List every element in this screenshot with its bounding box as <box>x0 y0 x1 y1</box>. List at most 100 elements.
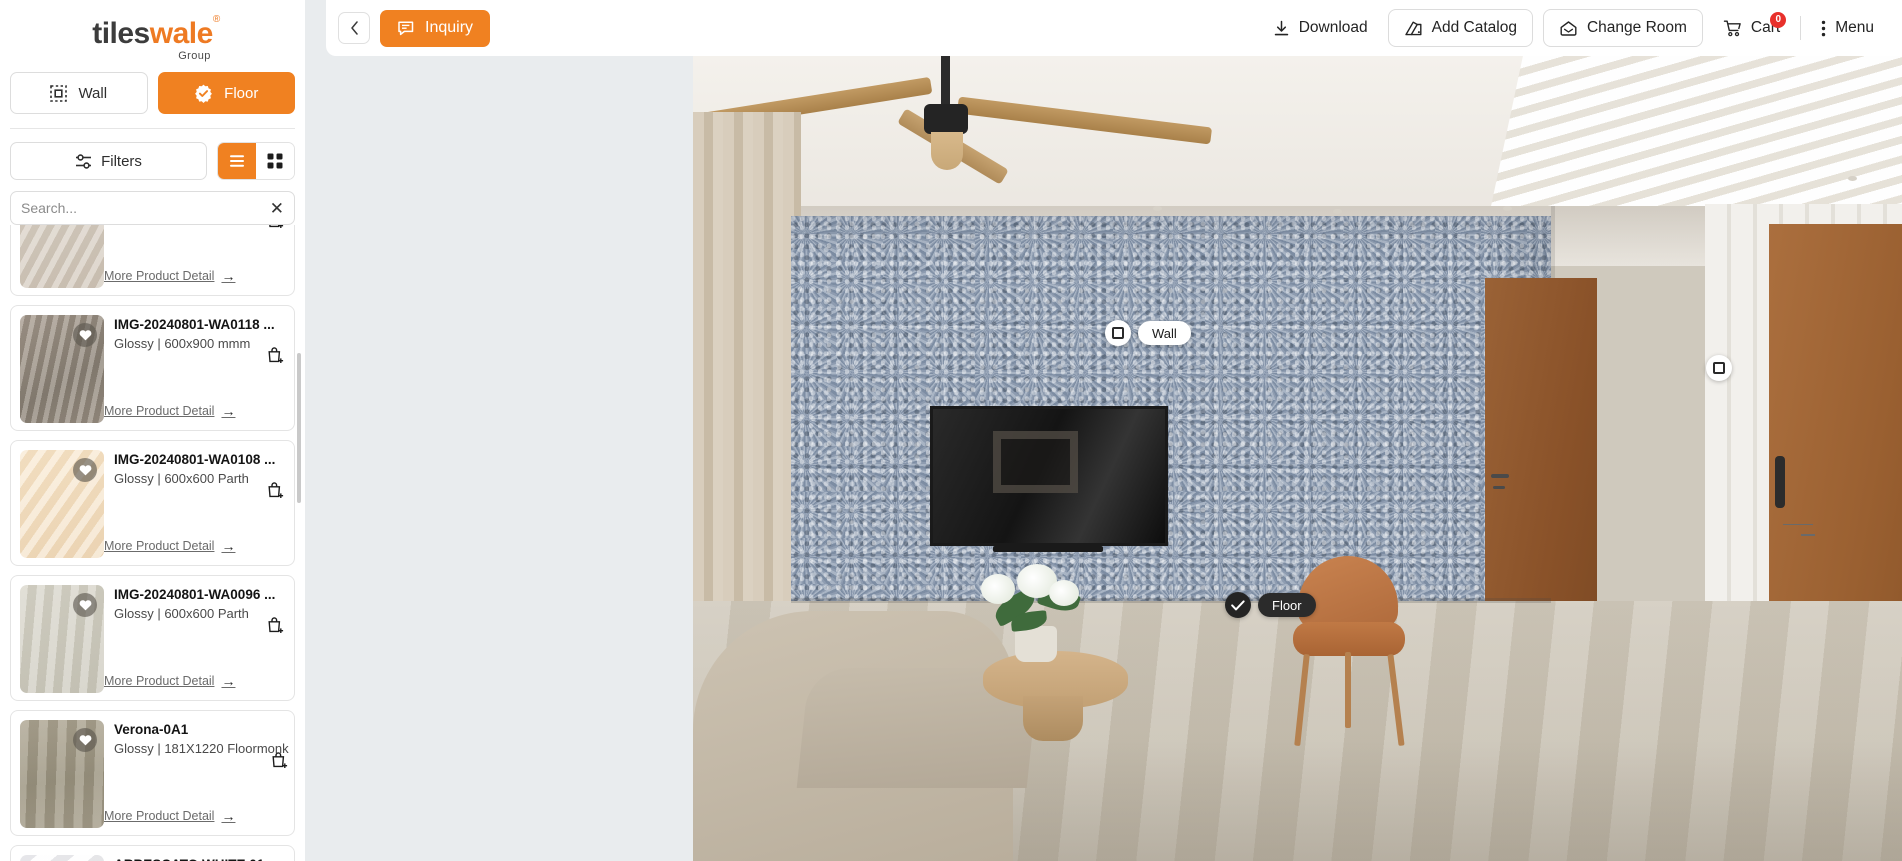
download-button-label: Download <box>1298 19 1368 36</box>
sidebar-tab-wall[interactable]: Wall <box>10 72 148 114</box>
more-product-detail-link[interactable]: More Product Detail → <box>104 673 235 689</box>
product-info: ARBESCATO WHITE 01 Glossy | 300x600 Part… <box>104 855 285 861</box>
square-outline-icon[interactable] <box>1706 355 1732 381</box>
logo-text: tileswale ® Group <box>92 15 220 62</box>
more-product-detail-link[interactable]: More Product Detail → <box>104 403 235 419</box>
more-product-detail-label: More Product Detail <box>104 404 215 418</box>
arrow-right-icon: → <box>221 808 236 824</box>
search-input[interactable] <box>21 200 264 216</box>
add-to-cart-icon[interactable] <box>266 346 285 365</box>
brand-logo[interactable]: tileswale ® Group <box>0 0 305 62</box>
add-to-cart-icon[interactable] <box>266 616 285 635</box>
arrow-right-icon: → <box>221 403 236 419</box>
more-product-detail-link[interactable]: More Product Detail → <box>104 808 235 824</box>
product-list[interactable]: More Product Detail → IMG-20240801-WA011… <box>0 225 305 861</box>
add-to-cart-icon[interactable] <box>270 751 289 770</box>
sidebar-tab-floor-label: Floor <box>224 84 259 102</box>
sidebar-scrollbar-thumb[interactable] <box>297 353 301 503</box>
add-to-cart-icon[interactable] <box>266 225 285 230</box>
sidebar-tab-wall-label: Wall <box>78 84 108 102</box>
product-info: IMG-20240801-WA0108 ... Glossy | 600x600… <box>104 450 285 556</box>
logo-subtitle: Group <box>178 50 211 62</box>
favorite-heart-icon[interactable] <box>73 593 97 617</box>
product-thumbnail[interactable] <box>20 855 104 861</box>
menu-button-label: Menu <box>1835 19 1874 36</box>
product-card[interactable]: Verona-0A1 Glossy | 181X1220 Floormonk M… <box>10 710 295 836</box>
product-thumbnail[interactable] <box>20 585 104 693</box>
product-spec: Glossy | 600x600 Parth <box>114 606 249 621</box>
product-name: IMG-20240801-WA0118 ... <box>114 317 275 332</box>
product-spec: Glossy | 600x600 Parth <box>114 471 249 486</box>
grid-icon <box>267 153 283 169</box>
product-thumbnail[interactable] <box>20 450 104 558</box>
sidebar-tab-floor[interactable]: Floor <box>157 72 295 114</box>
more-product-detail-label: More Product Detail <box>104 539 215 553</box>
sidebar-scrollbar-track[interactable] <box>297 233 303 861</box>
add-to-cart-icon[interactable] <box>266 481 285 500</box>
marker-wall[interactable]: Wall <box>1105 320 1191 346</box>
surface-tab-group: Wall Floor <box>0 58 305 114</box>
favorite-heart-icon[interactable] <box>73 323 97 347</box>
filter-row: Filters <box>0 129 305 180</box>
check-icon[interactable] <box>1225 592 1251 618</box>
list-icon <box>229 154 245 168</box>
favorite-heart-icon[interactable] <box>73 728 97 752</box>
room-preview-canvas[interactable]: 1904 <box>693 56 1902 861</box>
cart-badge: 0 <box>1770 11 1787 28</box>
arrow-right-icon: → <box>221 268 236 284</box>
product-thumbnail[interactable] <box>20 720 104 828</box>
more-product-detail-label: More Product Detail <box>104 809 215 823</box>
product-thumbnail[interactable] <box>20 315 104 423</box>
cart-button[interactable]: Cart 0 <box>1713 10 1790 47</box>
more-product-detail-link[interactable]: More Product Detail → <box>104 268 235 284</box>
toolbar-actions: Download Add Catalog Change Room Cart 0 … <box>1263 9 1884 47</box>
room-scene-image: 1904 <box>693 56 1902 861</box>
close-icon[interactable]: ✕ <box>264 200 284 217</box>
product-spec: Glossy | 181X1220 Floormonk <box>114 741 289 756</box>
filter-sliders-icon <box>75 153 92 169</box>
product-card[interactable]: More Product Detail → <box>10 225 295 296</box>
product-card[interactable]: IMG-20240801-WA0096 ... Glossy | 600x600… <box>10 575 295 701</box>
add-catalog-button[interactable]: Add Catalog <box>1387 9 1533 47</box>
list-view-button[interactable] <box>218 143 256 179</box>
catalog-icon <box>1404 20 1423 37</box>
product-info: IMG-20240801-WA0096 ... Glossy | 600x600… <box>104 585 285 691</box>
inquiry-button-label: Inquiry <box>425 19 474 36</box>
product-info: IMG-20240801-WA0118 ... Glossy | 600x900… <box>104 315 285 421</box>
toolbar-separator <box>1800 16 1802 40</box>
search-area: ✕ <box>0 180 305 225</box>
menu-button[interactable]: Menu <box>1811 10 1884 47</box>
product-name: ARBESCATO WHITE 01 <box>114 857 285 861</box>
more-product-detail-link[interactable]: More Product Detail → <box>104 538 235 554</box>
download-button[interactable]: Download <box>1263 10 1378 47</box>
view-mode-toggle <box>217 142 295 180</box>
more-product-detail-label: More Product Detail <box>104 269 215 283</box>
arrow-right-icon: → <box>221 673 236 689</box>
back-button[interactable] <box>338 12 370 44</box>
more-product-detail-label: More Product Detail <box>104 674 215 688</box>
add-catalog-button-label: Add Catalog <box>1431 19 1517 36</box>
product-card[interactable]: IMG-20240801-WA0108 ... Glossy | 600x600… <box>10 440 295 566</box>
check-badge-icon <box>194 84 213 103</box>
filters-button[interactable]: Filters <box>10 142 207 180</box>
product-name: Verona-0A1 <box>114 722 189 737</box>
grid-view-button[interactable] <box>256 143 294 179</box>
inquiry-button[interactable]: Inquiry <box>380 9 491 47</box>
marker-side-surface[interactable] <box>1706 355 1732 381</box>
search-box[interactable]: ✕ <box>10 191 295 225</box>
product-card[interactable]: ARBESCATO WHITE 01 Glossy | 300x600 Part… <box>10 845 295 861</box>
filters-button-label: Filters <box>101 152 142 170</box>
change-room-button[interactable]: Change Room <box>1542 9 1703 47</box>
square-outline-icon[interactable] <box>1105 320 1131 346</box>
marker-floor-label[interactable]: Floor <box>1258 593 1316 617</box>
product-thumbnail[interactable] <box>20 225 104 288</box>
change-room-button-label: Change Room <box>1586 19 1687 36</box>
download-icon <box>1273 20 1290 37</box>
product-name: IMG-20240801-WA0096 ... <box>114 587 276 602</box>
product-card[interactable]: IMG-20240801-WA0118 ... Glossy | 600x900… <box>10 305 295 431</box>
product-info: Verona-0A1 Glossy | 181X1220 Floormonk M… <box>104 720 289 826</box>
favorite-heart-icon[interactable] <box>73 458 97 482</box>
marker-wall-label[interactable]: Wall <box>1138 321 1191 345</box>
marker-floor[interactable]: Floor <box>1225 592 1316 618</box>
cart-icon <box>1723 19 1742 37</box>
